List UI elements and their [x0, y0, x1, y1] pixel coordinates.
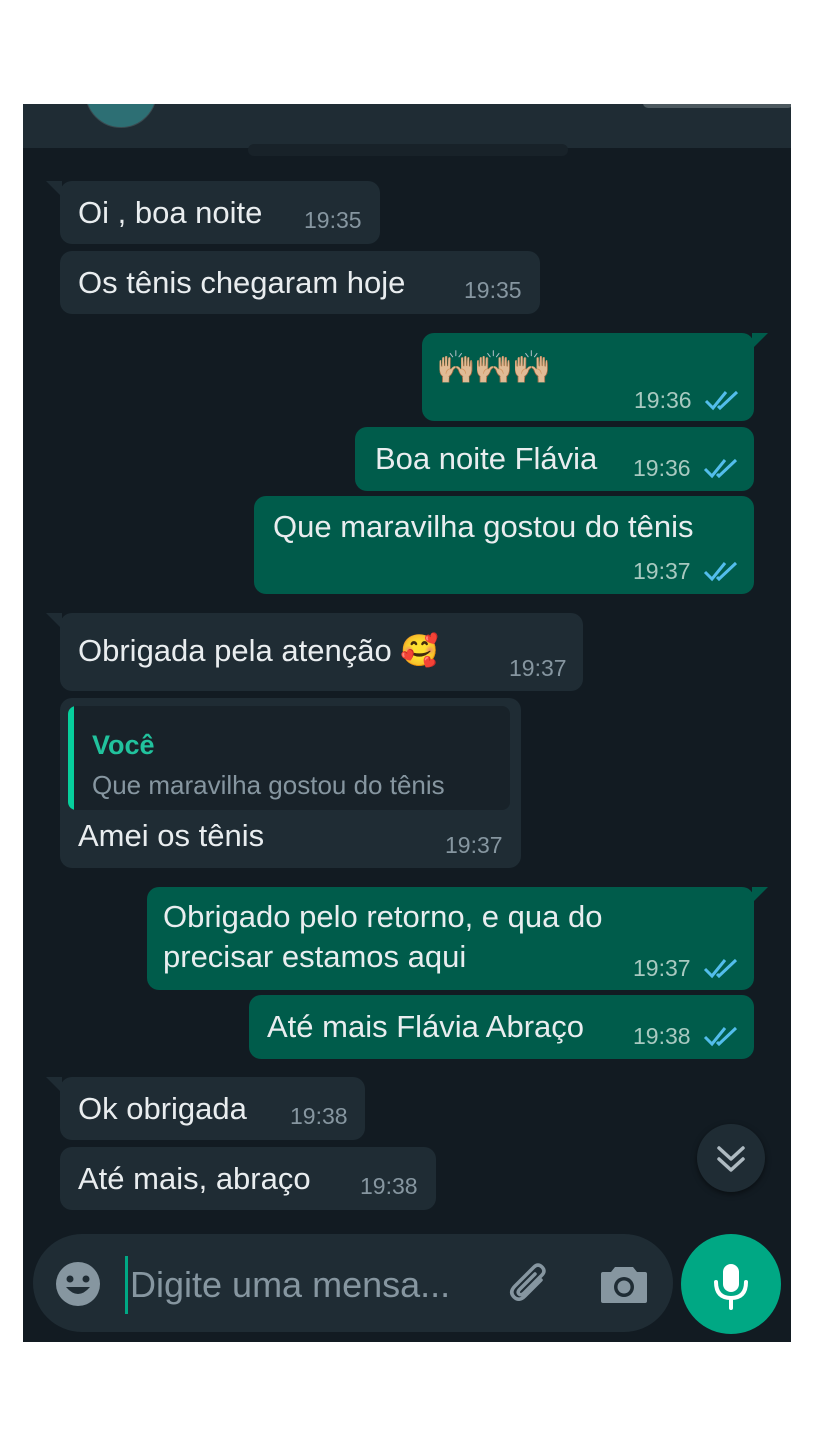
double-check-icon: [704, 390, 739, 411]
message-bubble-outgoing[interactable]: Boa noite Flávia 19:36: [355, 427, 754, 491]
message-text: Oi , boa noite: [78, 195, 263, 230]
scroll-to-bottom-button[interactable]: [697, 1124, 765, 1192]
message-time: 19:37: [445, 832, 503, 858]
message-time: 19:37: [633, 955, 691, 981]
microphone-icon: [714, 1264, 748, 1310]
double-chevron-down-icon: [717, 1146, 745, 1172]
chat-header[interactable]: [23, 104, 791, 148]
message-bubble-incoming[interactable]: Até mais, abraço 19:38: [60, 1147, 436, 1210]
message-bubble-incoming[interactable]: Oi , boa noite 19:35: [46, 181, 380, 244]
message-text: Ok obrigada: [78, 1091, 247, 1126]
message-time: 19:37: [509, 655, 567, 681]
message-time: 19:38: [290, 1103, 348, 1129]
voice-message-button[interactable]: [681, 1234, 781, 1334]
message-emoji: 🙌🏼🙌🏼🙌🏼: [436, 349, 552, 385]
message-text: Até mais, abraço: [78, 1161, 311, 1196]
message-text: Até mais Flávia Abraço: [267, 1009, 585, 1044]
message-time: 19:35: [464, 277, 522, 303]
message-time: 19:36: [634, 387, 692, 413]
message-bubble-incoming[interactable]: Os tênis chegaram hoje 19:35: [60, 251, 540, 314]
message-time: 19:35: [304, 207, 362, 233]
header-icons: [643, 104, 791, 108]
double-check-icon: [703, 458, 738, 479]
double-check-icon: [703, 1026, 738, 1047]
quote-accent-bar: [68, 706, 74, 810]
message-text: Amei os tênis: [78, 818, 265, 853]
double-check-icon: [703, 958, 738, 979]
message-bubble-reply[interactable]: Você Que maravilha gostou do tênis Amei …: [60, 698, 521, 868]
camera-button[interactable]: [599, 1261, 649, 1307]
message-time: 19:38: [360, 1173, 418, 1199]
message-bubble-incoming[interactable]: Ok obrigada 19:38: [46, 1077, 365, 1140]
message-time: 19:38: [633, 1023, 691, 1049]
chat-screen: Oi , boa noite 19:35 Os tênis chegaram h…: [23, 104, 791, 1342]
double-check-icon: [703, 561, 738, 582]
quoted-message[interactable]: Você Que maravilha gostou do tênis: [68, 706, 510, 810]
paperclip-icon: [510, 1263, 546, 1301]
smiley-icon: [56, 1262, 100, 1306]
camera-icon: [601, 1267, 647, 1303]
message-input[interactable]: [125, 1256, 482, 1314]
message-text: Obrigado pelo retorno, e qua do precisar…: [163, 899, 603, 974]
message-bubble-outgoing[interactable]: 🙌🏼🙌🏼🙌🏼 19:36: [422, 333, 768, 421]
message-bubble-outgoing[interactable]: Obrigado pelo retorno, e qua do precisar…: [147, 887, 768, 990]
emoji-button[interactable]: [53, 1259, 103, 1309]
message-time: 19:36: [633, 455, 691, 481]
message-time: 19:37: [633, 558, 691, 584]
message-bubble-outgoing[interactable]: Até mais Flávia Abraço 19:38: [249, 995, 754, 1059]
attach-button[interactable]: [505, 1258, 557, 1310]
message-bubble-outgoing[interactable]: Que maravilha gostou do tênis 19:37: [254, 496, 754, 594]
date-chip: [248, 144, 568, 156]
message-text: Obrigada pela atenção 🥰: [78, 633, 439, 668]
message-composer: [33, 1234, 673, 1332]
message-text: Que maravilha gostou do tênis: [273, 509, 694, 544]
quote-text: Que maravilha gostou do tênis: [92, 770, 445, 800]
quote-author: Você: [92, 730, 155, 760]
message-bubble-incoming[interactable]: Obrigada pela atenção 🥰 19:37: [46, 613, 583, 691]
message-text: Os tênis chegaram hoje: [78, 265, 406, 300]
message-text: Boa noite Flávia: [375, 441, 598, 476]
contact-avatar[interactable]: [85, 104, 157, 128]
